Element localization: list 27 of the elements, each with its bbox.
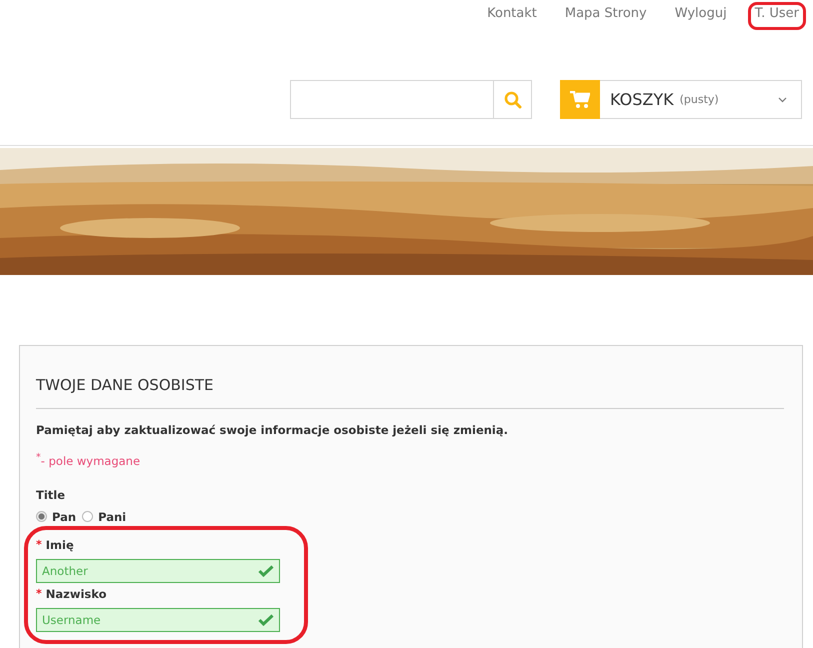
title-radio[interactable]: Pan	[36, 510, 76, 524]
top-link[interactable]: T. User	[750, 5, 803, 27]
radio-circle[interactable]	[82, 511, 94, 522]
top-link[interactable]: Wyloguj	[670, 5, 731, 27]
intro-text: Pamiętaj aby zaktualizować swoje informacje osobiste jeżeli się zmienią.	[36, 423, 510, 437]
search-field[interactable]	[290, 80, 532, 119]
field-label: Nazwisko	[46, 586, 106, 601]
form-title: TWOJE DANE OSOBISTE	[36, 376, 784, 409]
top-link[interactable]: Kontakt	[483, 5, 541, 27]
cart-label: KOSZYK	[610, 90, 674, 109]
cart-status: (pusty)	[680, 93, 720, 106]
top-link[interactable]: Mapa Strony	[560, 5, 651, 27]
check-icon	[258, 564, 274, 577]
title-radio[interactable]: Pani	[82, 510, 126, 524]
radio-circle[interactable]	[36, 511, 47, 522]
check-icon	[258, 614, 274, 626]
title-label: Title	[36, 488, 66, 502]
required-note: $^{*}$- pole wymagane	[36, 452, 142, 468]
input-field[interactable]: Username	[36, 608, 280, 632]
field-label: Imię	[46, 538, 74, 552]
cart-icon	[570, 90, 590, 108]
search-icon	[504, 90, 522, 108]
chevron-down-icon	[778, 96, 787, 102]
input-field[interactable]: Another	[36, 558, 280, 583]
cart-dropdown[interactable]: KOSZYK (pusty)	[560, 80, 802, 119]
required-mark: *	[36, 586, 42, 601]
required-mark: *	[36, 538, 42, 552]
